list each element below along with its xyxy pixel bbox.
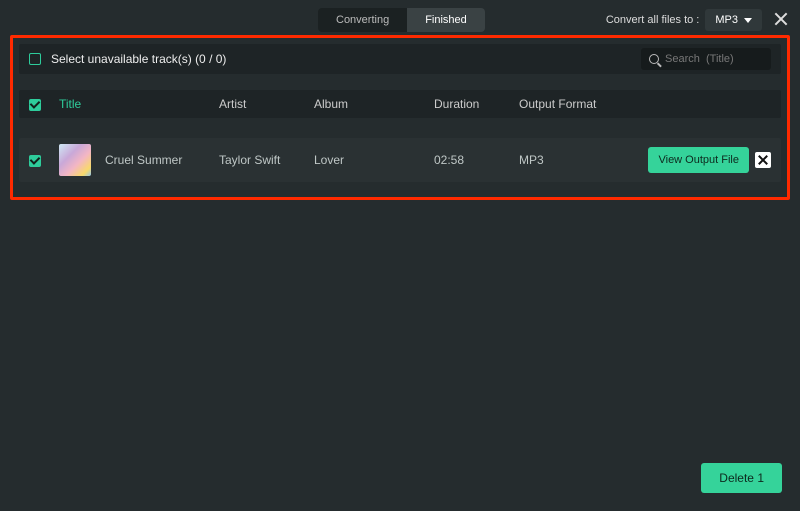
search-input[interactable] — [665, 53, 755, 65]
remove-row-icon[interactable] — [755, 152, 771, 168]
convert-format-value: MP3 — [715, 14, 738, 26]
column-output-format: Output Format — [519, 97, 639, 111]
tab-switch: Converting Finished — [318, 8, 485, 32]
cell-format: MP3 — [519, 153, 639, 167]
close-icon[interactable] — [772, 10, 790, 28]
finished-panel-highlight: Select unavailable track(s) (0 / 0) Titl… — [10, 35, 790, 200]
convert-all-label: Convert all files to : — [606, 14, 700, 26]
cell-artist: Taylor Swift — [219, 153, 314, 167]
table-header: Title Artist Album Duration Output Forma… — [19, 90, 781, 118]
convert-format-select[interactable]: MP3 — [705, 9, 762, 31]
delete-button[interactable]: Delete 1 — [701, 463, 782, 493]
row-checkbox[interactable] — [29, 155, 41, 167]
select-all-checkbox[interactable] — [29, 99, 41, 111]
convert-all-block: Convert all files to : MP3 — [606, 8, 762, 32]
select-unavailable-checkbox[interactable] — [29, 53, 41, 65]
table-row: Cruel Summer Taylor Swift Lover 02:58 MP… — [19, 138, 781, 182]
album-art-thumbnail — [59, 144, 91, 176]
tab-converting[interactable]: Converting — [318, 8, 407, 32]
tab-finished[interactable]: Finished — [407, 8, 485, 32]
chevron-down-icon — [744, 18, 752, 23]
top-bar: Converting Finished Convert all files to… — [0, 0, 800, 40]
column-duration: Duration — [434, 97, 519, 111]
select-unavailable-label: Select unavailable track(s) (0 / 0) — [51, 52, 226, 66]
cell-album: Lover — [314, 153, 434, 167]
select-unavailable-row: Select unavailable track(s) (0 / 0) — [19, 44, 781, 74]
search-icon — [649, 54, 659, 64]
column-album: Album — [314, 97, 434, 111]
search-box[interactable] — [641, 48, 771, 70]
cell-duration: 02:58 — [434, 153, 519, 167]
column-title[interactable]: Title — [59, 97, 219, 111]
view-output-file-button[interactable]: View Output File — [648, 147, 749, 173]
cell-title: Cruel Summer — [105, 153, 219, 167]
column-artist: Artist — [219, 97, 314, 111]
